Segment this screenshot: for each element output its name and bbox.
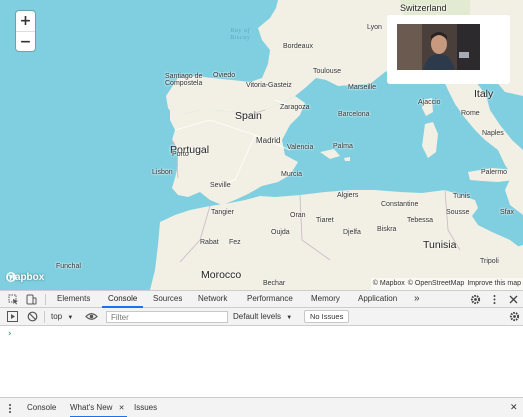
live-expression-eye-icon[interactable]	[85, 311, 98, 322]
country-label-morocco: Morocco	[201, 269, 242, 281]
zoom-in-button[interactable]: +	[16, 11, 35, 31]
city-label-tripoli: Tripoli	[480, 258, 499, 265]
city-label-rabat: Rabat	[200, 239, 219, 246]
city-label-tangier: Tangier	[211, 209, 234, 216]
city-label-valencia: Valencia	[287, 144, 314, 151]
console-prompt[interactable]: ›	[7, 329, 12, 339]
city-label-naples: Naples	[482, 130, 504, 137]
more-options-icon[interactable]	[489, 294, 500, 305]
city-label-djelfa: Djelfa	[343, 229, 361, 236]
settings-gear-icon[interactable]	[470, 294, 481, 305]
city-label-sousse: Sousse	[446, 209, 470, 216]
city-label-toulouse: Toulouse	[313, 68, 342, 75]
city-label-tebessa: Tebessa	[407, 217, 434, 224]
tab-console[interactable]: Console	[102, 291, 144, 308]
console-filter-input[interactable]	[106, 311, 228, 323]
attribution-mapbox-link[interactable]: © Mapbox	[373, 278, 405, 290]
console-toolbar: top ▼ Default levels ▼ No Issues	[0, 308, 523, 326]
city-label-biskra: Biskra	[377, 226, 397, 233]
chevron-down-icon: ▼	[286, 315, 293, 321]
tab-network[interactable]: Network	[198, 291, 227, 308]
drawer-menu-icon[interactable]	[7, 403, 13, 414]
drawer-tab-console[interactable]: Console	[27, 398, 56, 417]
webcam-thumbnail	[397, 24, 480, 70]
city-label-santiago: Santiago de Compostela	[165, 73, 203, 87]
log-levels-label: Default levels	[233, 312, 282, 321]
mapbox-logo-icon	[6, 272, 16, 282]
city-label-bordeaux: Bordeaux	[283, 43, 313, 50]
city-label-tunis: Tunis	[453, 193, 470, 200]
context-selector[interactable]: top ▼	[51, 308, 73, 326]
tab-application[interactable]: Application	[358, 291, 397, 308]
tab-bar-divider	[45, 294, 46, 305]
city-label-constantine: Constantine	[381, 201, 419, 208]
city-label-oran: Oran	[290, 212, 306, 219]
log-levels-dropdown[interactable]: Default levels ▼	[233, 308, 292, 326]
city-label-seville: Seville	[210, 182, 231, 189]
tab-sources[interactable]: Sources	[153, 291, 182, 308]
city-label-sfax: Sfax	[500, 209, 515, 216]
toolbar-divider	[44, 311, 45, 323]
city-label-ajaccio: Ajaccio	[418, 99, 441, 106]
zoom-control: + −	[16, 11, 35, 51]
city-label-bechar: Bechar	[263, 280, 286, 287]
video-preview-panel[interactable]	[387, 15, 510, 84]
country-label-spain: Spain	[235, 110, 262, 122]
close-devtools-icon[interactable]	[508, 294, 519, 305]
city-label-porto: Porto	[172, 151, 189, 158]
tab-performance[interactable]: Performance	[247, 291, 293, 308]
context-selector-label: top	[51, 312, 63, 321]
attribution-osm-link[interactable]: © OpenStreetMap	[408, 278, 465, 290]
city-label-palma: Palma	[333, 143, 353, 150]
city-label-lyon: Lyon	[367, 24, 382, 31]
close-drawer-icon[interactable]: ✕	[510, 398, 518, 417]
map-attribution: © Mapbox © OpenStreetMap Improve this ma…	[370, 278, 523, 290]
devtools-tab-bar: Elements Console Sources Network Perform…	[0, 291, 523, 308]
city-label-vitoria: Vitoria-Gasteiz	[246, 82, 292, 89]
devtools-panel: Elements Console Sources Network Perform…	[0, 290, 523, 417]
more-tabs-button[interactable]: »	[414, 291, 420, 308]
close-tab-icon[interactable]: ✕	[119, 405, 125, 412]
city-label-fez: Fez	[229, 239, 241, 246]
issues-counter-button[interactable]: No Issues	[304, 310, 350, 323]
tab-elements[interactable]: Elements	[57, 291, 90, 308]
sea-label-biscay: Bay of Biscay	[230, 27, 251, 42]
tab-memory[interactable]: Memory	[311, 291, 340, 308]
city-label-funchal: Funchal	[56, 263, 81, 270]
city-label-palermo: Palermo	[481, 169, 508, 176]
show-sidebar-icon[interactable]	[7, 311, 18, 322]
city-label-lisbon: Lisbon	[152, 169, 173, 176]
city-label-oujda: Oujda	[271, 229, 290, 236]
city-label-barcelona: Barcelona	[338, 111, 370, 118]
city-label-algiers: Algiers	[337, 192, 359, 199]
drawer-tab-whats-new[interactable]: What's New ✕	[70, 398, 127, 417]
map-view[interactable]: Bay of Biscay Switzerland Spain Portugal …	[0, 0, 523, 290]
attribution-improve-link[interactable]: Improve this map	[467, 278, 521, 290]
city-label-madrid: Madrid	[256, 136, 281, 145]
device-toolbar-icon[interactable]	[26, 294, 37, 305]
country-label-switzerland: Switzerland	[400, 3, 447, 13]
city-label-oviedo: Oviedo	[213, 72, 236, 79]
console-settings-gear-icon[interactable]	[509, 311, 520, 322]
city-label-rome: Rome	[461, 110, 480, 117]
drawer-tab-whats-new-label: What's New	[70, 403, 113, 412]
chevron-down-icon: ▼	[67, 315, 74, 321]
city-label-tiaret: Tiaret	[316, 217, 334, 224]
drawer-tab-issues[interactable]: Issues	[134, 398, 157, 417]
inspect-element-icon[interactable]	[8, 294, 19, 305]
clear-console-icon[interactable]	[27, 311, 38, 322]
city-label-murcia: Murcia	[281, 171, 303, 178]
drawer-tab-bar: Console What's New ✕ Issues ✕	[0, 397, 523, 417]
city-label-zaragoza: Zaragoza	[280, 104, 310, 111]
country-label-italy: Italy	[474, 88, 494, 100]
city-label-marseille: Marseille	[348, 84, 377, 91]
mapbox-logo[interactable]: mapbox	[6, 272, 44, 283]
country-label-tunisia: Tunisia	[423, 239, 457, 251]
zoom-out-button[interactable]: −	[16, 31, 35, 51]
